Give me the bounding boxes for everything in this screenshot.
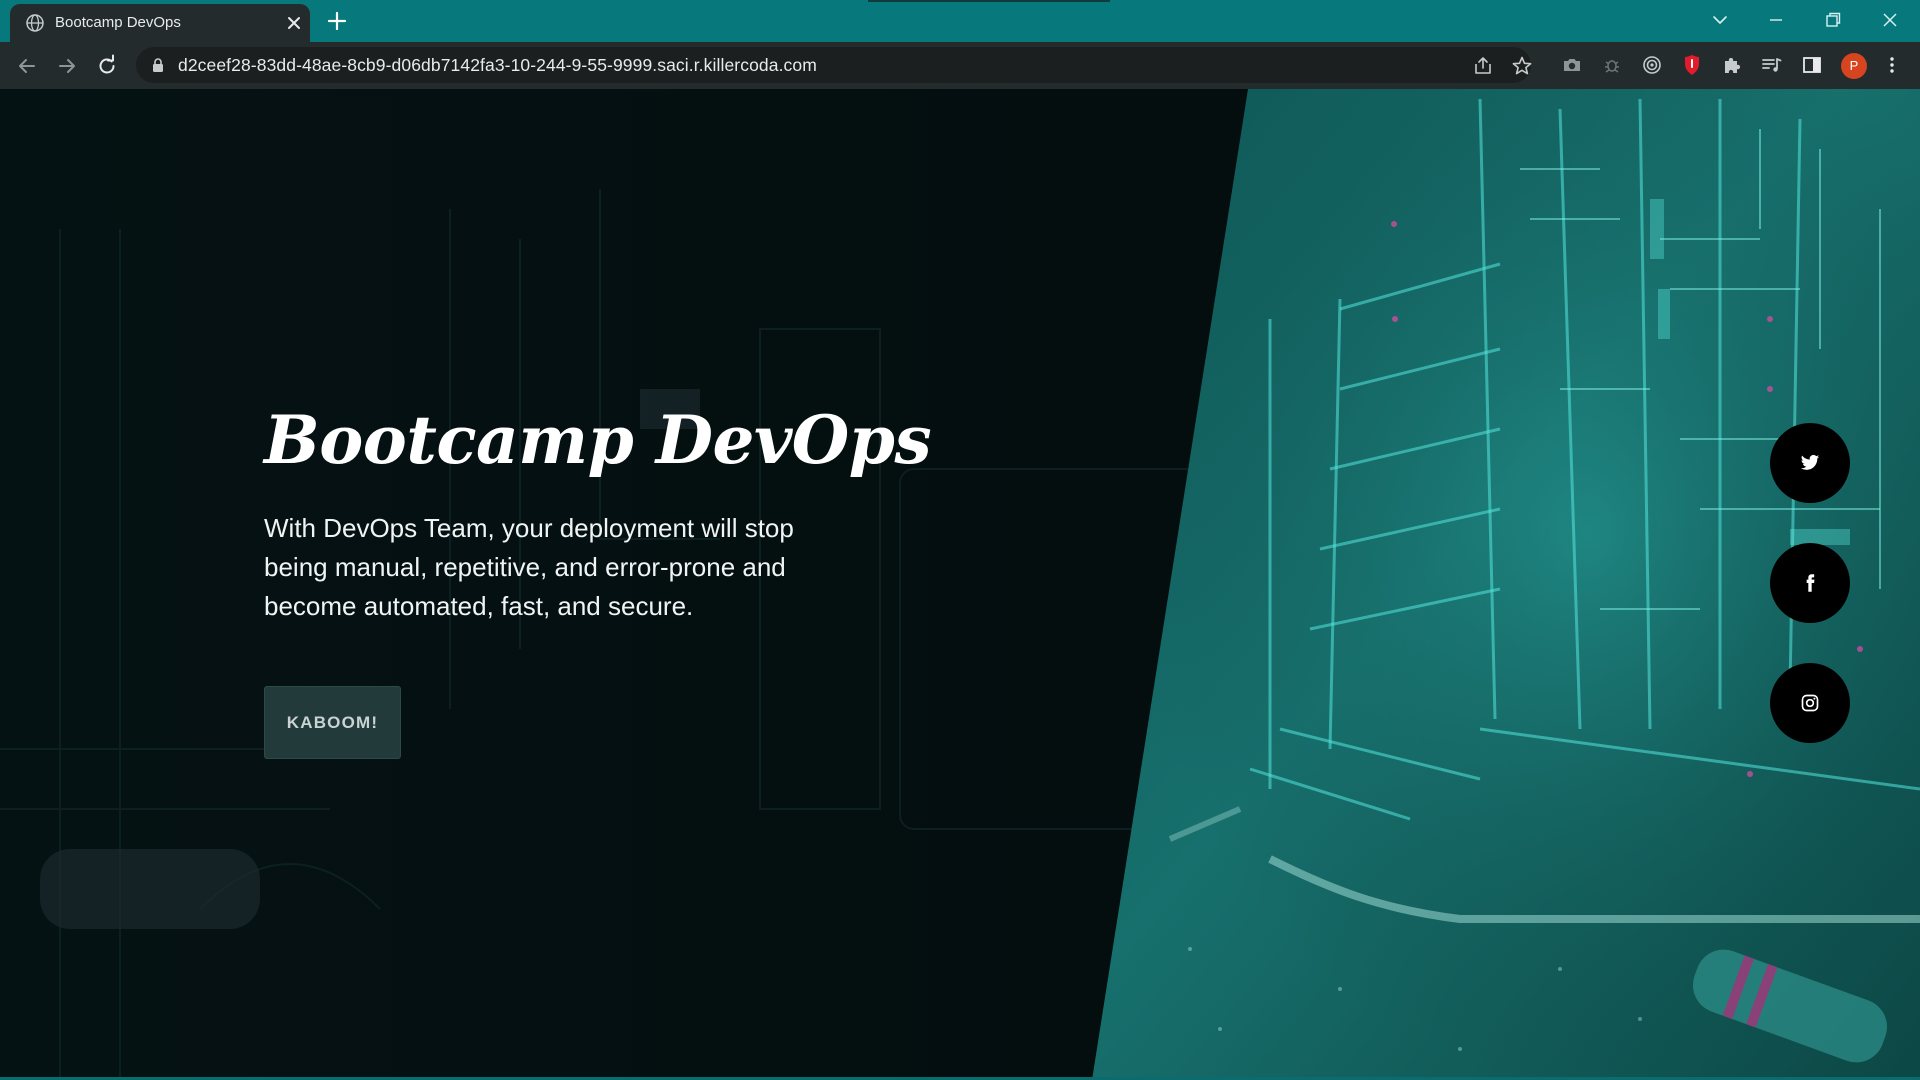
close-window-icon[interactable] (1878, 8, 1902, 32)
target-icon[interactable] (1640, 53, 1664, 77)
web-page: Bootcamp DevOps With DevOps Team, your d… (0, 89, 1920, 1080)
share-icon[interactable] (1472, 55, 1494, 77)
instagram-button[interactable] (1770, 663, 1850, 743)
hero-title: Bootcamp DevOps (264, 401, 932, 479)
side-panel-icon[interactable] (1800, 53, 1824, 77)
extension-bug-icon[interactable] (1600, 53, 1624, 77)
browser-toolbar: d2ceef28-83dd-48ae-8cb9-d06db7142fa3-10-… (0, 42, 1920, 89)
lock-icon[interactable] (150, 57, 166, 73)
reload-icon[interactable] (95, 54, 119, 78)
forward-icon[interactable] (55, 54, 79, 78)
profile-avatar[interactable]: P (1841, 53, 1867, 79)
browser-tab[interactable]: Bootcamp DevOps (10, 4, 310, 42)
facebook-icon (1806, 574, 1815, 592)
tab-title: Bootcamp DevOps (55, 14, 181, 31)
kaboom-button[interactable]: KABOOM! (264, 686, 401, 759)
twitter-button[interactable] (1770, 423, 1850, 503)
media-queue-icon[interactable] (1760, 53, 1784, 77)
minimize-icon[interactable] (1764, 8, 1788, 32)
bookmark-star-icon[interactable] (1511, 55, 1533, 77)
shield-extension-icon[interactable] (1680, 53, 1704, 77)
tab-search-icon[interactable] (1708, 8, 1732, 32)
address-bar[interactable]: d2ceef28-83dd-48ae-8cb9-d06db7142fa3-10-… (136, 47, 1533, 83)
restore-icon[interactable] (1821, 8, 1845, 32)
puzzle-icon[interactable] (1720, 53, 1744, 77)
instagram-icon (1801, 694, 1819, 712)
tabstrip-indicator (868, 0, 1110, 2)
hero-description: With DevOps Team, your deployment will s… (264, 513, 794, 621)
menu-kebab-icon[interactable] (1880, 53, 1904, 77)
twitter-icon (1800, 454, 1820, 470)
camera-icon[interactable] (1560, 53, 1584, 77)
facebook-button[interactable] (1770, 543, 1850, 623)
browser-tabstrip: Bootcamp DevOps (0, 0, 1920, 42)
globe-icon (26, 14, 44, 32)
url-text[interactable]: d2ceef28-83dd-48ae-8cb9-d06db7142fa3-10-… (178, 56, 817, 74)
close-icon[interactable] (286, 15, 302, 31)
new-tab-icon[interactable] (326, 10, 348, 32)
back-icon[interactable] (15, 54, 39, 78)
